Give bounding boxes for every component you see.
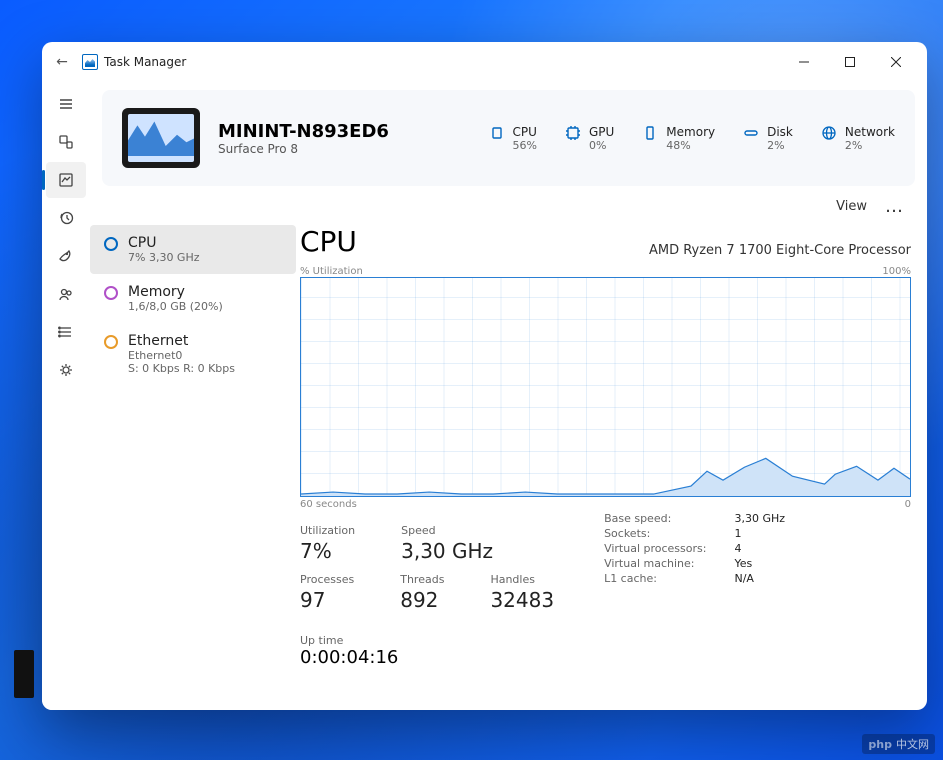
metric-memory[interactable]: Memory48% [642, 125, 715, 152]
memory-ring-icon [104, 286, 118, 300]
stat-utilization: Utilization7% [300, 524, 355, 573]
x-axis-right: 0 [905, 499, 911, 510]
view-menu[interactable]: View [836, 199, 867, 214]
resource-list: CPU7% 3,30 GHz Memory1,6/8,0 GB (20%) Et… [90, 225, 296, 698]
stat-handles: Handles32483 [490, 573, 554, 622]
titlebar: ← Task Manager [42, 42, 927, 82]
nav-services[interactable] [46, 352, 86, 388]
resource-item-cpu[interactable]: CPU7% 3,30 GHz [90, 225, 296, 274]
nav-app-history[interactable] [46, 200, 86, 236]
resource-item-ethernet[interactable]: EthernetEthernet0S: 0 Kbps R: 0 Kbps [90, 323, 296, 385]
memory-stick-icon [642, 125, 658, 141]
stat-speed: Speed3,30 GHz [401, 524, 493, 573]
cpu-utilization-chart[interactable] [300, 277, 911, 497]
device-name: Surface Pro 8 [218, 142, 389, 156]
y-axis-label: % Utilization [300, 266, 363, 277]
x-axis-left: 60 seconds [300, 499, 357, 510]
y-axis-max: 100% [882, 266, 911, 277]
nav-hamburger[interactable] [46, 86, 86, 122]
window-title: Task Manager [104, 55, 186, 69]
ethernet-ring-icon [104, 335, 118, 349]
stat-processes: Processes97 [300, 573, 354, 622]
summary-header: MININT-N893ED6 Surface Pro 8 CPU56% GPU0… [102, 90, 915, 186]
cpu-chip-icon [489, 125, 505, 141]
stat-uptime: Up time 0:00:04:16 [300, 634, 554, 668]
detail-pane: CPU AMD Ryzen 7 1700 Eight-Core Processo… [296, 225, 915, 698]
gpu-chip-icon [565, 125, 581, 141]
detail-title: CPU [300, 225, 357, 258]
metric-gpu[interactable]: GPU0% [565, 125, 614, 152]
maximize-button[interactable] [827, 46, 873, 78]
resource-item-memory[interactable]: Memory1,6/8,0 GB (20%) [90, 274, 296, 323]
nav-details[interactable] [46, 314, 86, 350]
host-name: MININT-N893ED6 [218, 121, 389, 142]
metric-network[interactable]: Network2% [821, 125, 895, 152]
nav-processes[interactable] [46, 124, 86, 160]
metric-disk[interactable]: Disk2% [743, 125, 793, 152]
task-manager-window: ← Task Manager [42, 42, 927, 710]
nav-startup[interactable] [46, 238, 86, 274]
more-menu[interactable]: … [885, 196, 905, 217]
stat-threads: Threads892 [400, 573, 444, 622]
disk-icon [743, 125, 759, 141]
nav-users[interactable] [46, 276, 86, 312]
processor-name: AMD Ryzen 7 1700 Eight-Core Processor [649, 243, 911, 258]
minimize-button[interactable] [781, 46, 827, 78]
network-globe-icon [821, 125, 837, 141]
metric-cpu[interactable]: CPU56% [489, 125, 537, 152]
perf-thumbnail [122, 108, 200, 168]
task-manager-icon [82, 54, 98, 70]
close-button[interactable] [873, 46, 919, 78]
cpu-ring-icon [104, 237, 118, 251]
cpu-info-grid: Base speed:3,30 GHz Sockets:1 Virtual pr… [604, 512, 785, 585]
taskbar-stub [14, 650, 34, 698]
watermark: php中文网 [862, 734, 935, 754]
nav-performance[interactable] [46, 162, 86, 198]
sidebar [42, 82, 90, 710]
back-button[interactable]: ← [50, 54, 74, 70]
